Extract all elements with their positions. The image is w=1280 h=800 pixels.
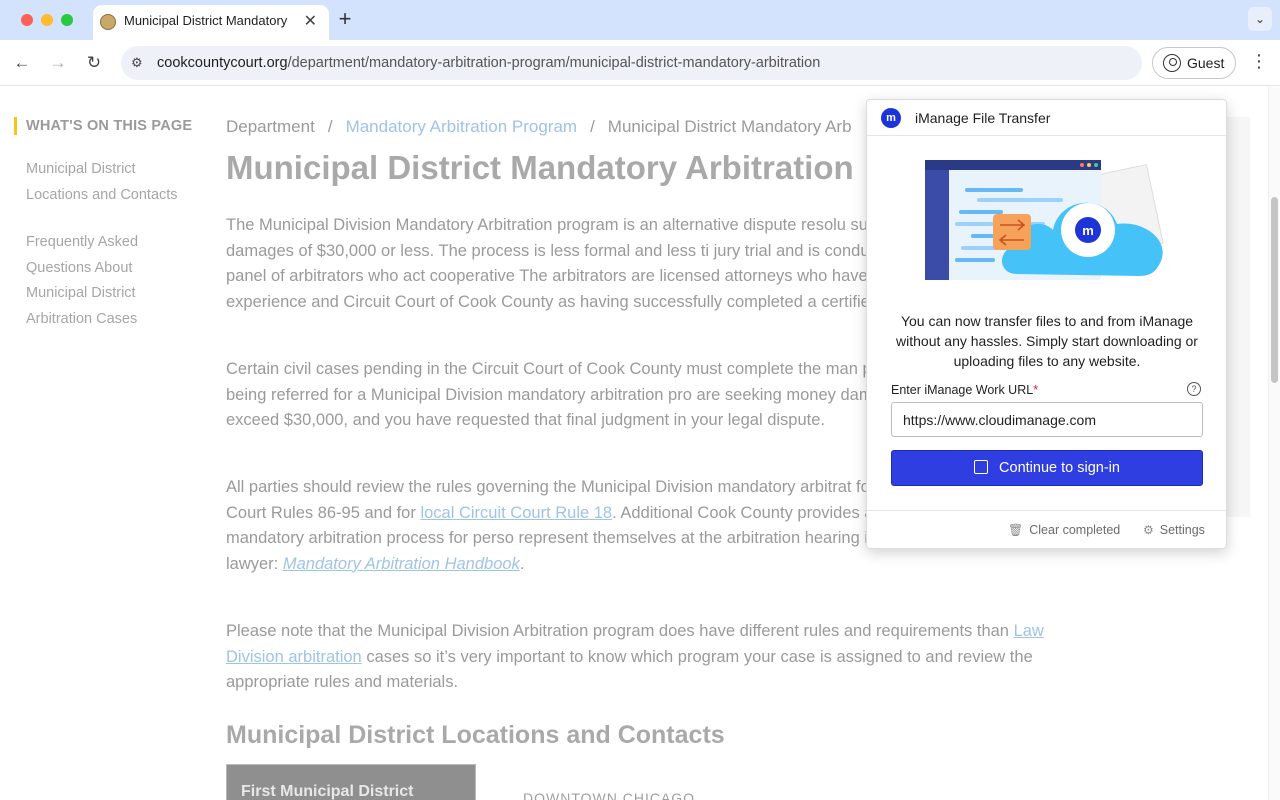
popup-header: m iManage File Transfer	[867, 100, 1226, 136]
imanage-logo-icon: m	[881, 108, 901, 128]
breadcrumb-separator: /	[327, 117, 333, 136]
url-label-text: Enter iManage Work URL	[891, 383, 1034, 397]
breadcrumb: Department / Mandatory Arbitration Program…	[226, 117, 852, 137]
toc-heading: WHAT'S ON THIS PAGE	[14, 117, 194, 135]
trash-icon: 🗑	[1008, 523, 1024, 537]
district-tab-first[interactable]: First Municipal District	[226, 764, 476, 800]
court-seal-icon	[100, 14, 116, 30]
gear-icon: ⚙	[1143, 523, 1154, 537]
forward-icon[interactable]: →	[47, 52, 69, 74]
url-domain: cookcountycourt.org	[157, 55, 288, 71]
scroll-thumb[interactable]	[1271, 197, 1278, 383]
tab-strip: Municipal District Mandatory Arbitration…	[0, 0, 1280, 40]
site-info-icon[interactable]: ⚙	[131, 55, 143, 71]
clear-completed-button[interactable]: 🗑 Clear completed	[1008, 523, 1120, 537]
page-scrollbar[interactable]	[1268, 87, 1280, 800]
work-url-input[interactable]	[891, 402, 1203, 437]
close-window-button[interactable]	[21, 14, 33, 26]
new-tab-button[interactable]: +	[335, 6, 355, 32]
back-icon[interactable]: ←	[11, 52, 33, 74]
reload-icon[interactable]: ↻	[83, 52, 105, 74]
svg-text:m: m	[1082, 223, 1094, 238]
rules-text: .	[519, 554, 525, 573]
breadcrumb-separator: /	[590, 117, 595, 136]
tab-search-button[interactable]: ⌄	[1248, 7, 1272, 31]
url-field-label: Enter iManage Work URL*	[891, 383, 1038, 397]
profile-label: Guest	[1187, 55, 1225, 71]
external-link-icon	[974, 460, 989, 474]
note-paragraph: Please note that the Municipal Division …	[226, 619, 1046, 696]
toc-link-line: Locations and Contacts	[26, 186, 178, 203]
toc-link-line: Arbitration Cases	[26, 310, 138, 327]
toc-link-line: Municipal District	[26, 285, 136, 301]
help-icon[interactable]: ?	[1187, 382, 1201, 396]
breadcrumb-department[interactable]: Department	[226, 117, 315, 136]
popup-footer: 🗑 Clear completed ⚙ Settings	[867, 510, 1226, 548]
cloud-transfer-illustration: m	[925, 160, 1164, 280]
browser-tab[interactable]: Municipal District Mandatory Arbitration…	[93, 5, 329, 40]
tab-title: Municipal District Mandatory Arbitration	[124, 13, 289, 28]
maximize-window-button[interactable]	[61, 14, 73, 26]
settings-button[interactable]: ⚙ Settings	[1143, 523, 1205, 537]
profile-button[interactable]: Guest	[1152, 47, 1236, 79]
popup-description: You can now transfer files to and from i…	[896, 313, 1198, 369]
profile-icon	[1163, 54, 1181, 72]
toc-link-line: Municipal District	[26, 161, 136, 177]
location-heading: DOWNTOWN CHICAGO	[523, 790, 696, 800]
minimize-window-button[interactable]	[41, 14, 53, 26]
toc-link-locations[interactable]: Municipal District Locations and Contact…	[14, 157, 194, 208]
circuit-court-rule-link[interactable]: local Circuit Court Rule 18	[420, 504, 612, 522]
district-tab-label: First Municipal District	[241, 783, 414, 800]
arbitration-handbook-link[interactable]: Mandatory Arbitration Handbook	[283, 555, 520, 573]
browser-menu-icon[interactable]: ⋮	[1249, 51, 1269, 71]
browser-toolbar: ← → ↻ ⚙ cookcountycourt.org/department/m…	[0, 40, 1280, 86]
imanage-extension-popup: m iManage File Transfer m You can now tr…	[866, 99, 1227, 549]
clear-completed-label: Clear completed	[1029, 523, 1121, 537]
section-title: Municipal District Locations and Contact…	[226, 721, 725, 749]
address-url[interactable]: cookcountycourt.org/department/mandatory…	[157, 55, 820, 71]
url-path: /department/mandatory-arbitration-progra…	[287, 55, 821, 71]
page-title: Municipal District Mandatory Arbitration	[226, 149, 854, 186]
signin-label: Continue to sign-in	[999, 460, 1120, 476]
note-text: Please note that the Municipal Division …	[226, 622, 1014, 640]
required-marker: *	[1033, 383, 1039, 397]
close-tab-icon[interactable]: ✕	[304, 11, 317, 31]
breadcrumb-current: Municipal District Mandatory Arb	[607, 117, 852, 136]
continue-signin-button[interactable]: Continue to sign-in	[891, 450, 1203, 486]
toc-link-line: Frequently Asked	[26, 234, 139, 250]
breadcrumb-arbitration-program[interactable]: Mandatory Arbitration Program	[346, 117, 578, 136]
table-of-contents: WHAT'S ON THIS PAGE Municipal District L…	[14, 117, 194, 332]
popup-title: iManage File Transfer	[915, 110, 1051, 126]
toc-link-line: Questions About	[26, 259, 133, 276]
settings-label: Settings	[1159, 523, 1205, 537]
address-bar[interactable]: ⚙ cookcountycourt.org/department/mandato…	[121, 46, 1142, 80]
toc-link-faq[interactable]: Frequently Asked Questions About Municip…	[14, 230, 194, 332]
